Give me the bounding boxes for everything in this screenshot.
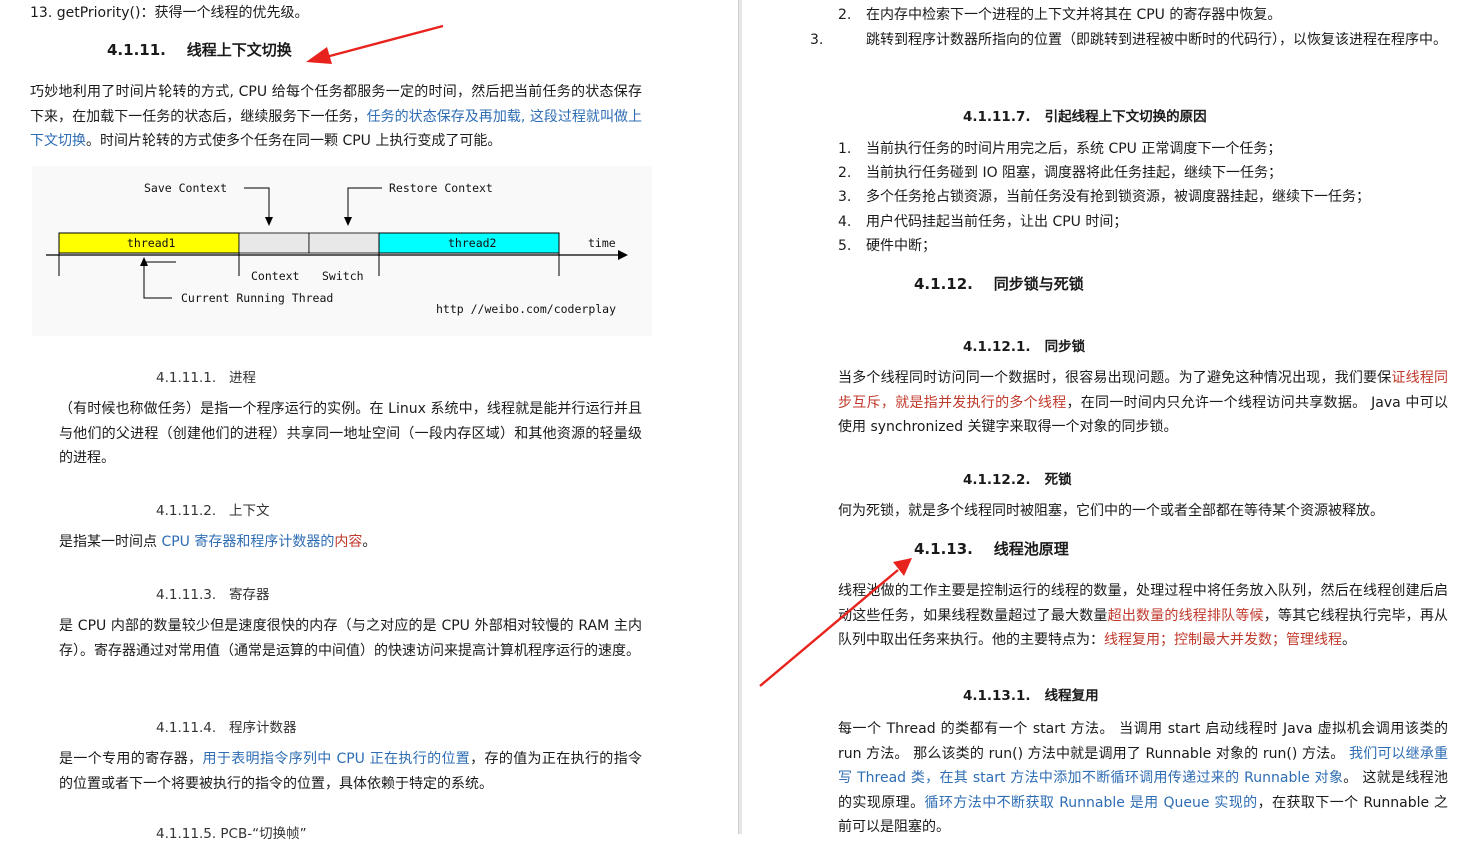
current-running-thread-label: Current Running Thread — [181, 291, 333, 305]
list-item-getpriority: 13. getPriority()：获得一个线程的优先级。 — [30, 5, 309, 21]
reason-5: 5. 硬件中断； — [838, 238, 936, 254]
save-context-label: Save Context — [144, 181, 227, 195]
thread-pool-paragraph: 线程池做的工作主要是控制运行的线程的数量，处理过程中将任务放入队列，然后在线程创… — [838, 583, 1449, 648]
process-paragraph: （有时候也称做任务）是指一个程序运行的实例。在 Linux 系统中，线程就是能并… — [59, 401, 642, 466]
heading-4-1-11-2: 4.1.11.2. 上下文 — [156, 503, 270, 519]
reason-2: 2. 当前执行任务碰到 IO 阻塞，调度器将此任务挂起，继续下一任务； — [838, 165, 1283, 181]
sync-lock-paragraph: 当多个线程同时访问同一个数据时，很容易出现问题。为了避免这种情况出现，我们要保证… — [838, 370, 1449, 435]
context-paragraph: 是指某一时间点 CPU 寄存器和程序计数器的内容。 — [59, 534, 377, 550]
heading-4-1-12-2: 4.1.12.2. 死锁 — [963, 472, 1072, 488]
thread-reuse-paragraph: 每一个 Thread 的类都有一个 start 方法。 当调用 start 启动… — [838, 721, 1449, 835]
restore-context-arrow — [344, 217, 352, 226]
switch-label: Switch — [322, 269, 364, 283]
reason-3: 3. 多个任务抢占锁资源，当前任务没有抢到锁资源，被调度器挂起，继续下一任务； — [838, 189, 1370, 205]
reason-1: 1. 当前执行任务的时间片用完之后，系统 CPU 正常调度下一个任务； — [838, 141, 1282, 157]
step-2: 2. 在内存中检索下一个进程的上下文并将其在 CPU 的寄存器中恢复。 — [838, 7, 1282, 23]
intro-paragraph: 巧妙地利用了时间片轮转的方式, CPU 给每个任务都服务一定的时间，然后把当前任… — [30, 84, 642, 149]
context-switch-diagram: Save Context Restore Context thread1 thr… — [32, 166, 652, 336]
time-label: time — [588, 236, 616, 250]
heading-4-1-11: 4.1.11. 线程上下文切换 — [107, 41, 292, 59]
heading-4-1-13-1: 4.1.13.1. 线程复用 — [963, 688, 1099, 704]
deadlock-paragraph: 何为死锁，就是多个线程同时被阻塞，它们中的一个或者全部都在等待某个资源被释放。 — [838, 503, 1384, 519]
left-page: 13. getPriority()：获得一个线程的优先级。 4.1.11. 线程… — [0, 0, 738, 842]
heading-4-1-12-1: 4.1.12.1. 同步锁 — [963, 339, 1086, 355]
heading-4-1-11-4: 4.1.11.4. 程序计数器 — [156, 720, 297, 736]
heading-4-1-11-7: 4.1.11.7. 引起线程上下文切换的原因 — [963, 109, 1207, 125]
restore-context-block — [308, 232, 380, 254]
step-3: 3. 跳转到程序计数器所指向的位置（即跳转到进程被中断时的代码行），以恢复该进程在… — [810, 32, 1447, 48]
thread2-label: thread2 — [448, 236, 496, 250]
save-context-arrow — [265, 217, 273, 226]
reason-4: 4. 用户代码挂起当前任务，让出 CPU 时间； — [838, 214, 1128, 230]
context-label: Context — [251, 269, 299, 283]
heading-4-1-12: 4.1.12. 同步锁与死锁 — [914, 275, 1084, 293]
heading-4-1-13: 4.1.13. 线程池原理 — [914, 540, 1069, 558]
restore-context-label: Restore Context — [389, 181, 493, 195]
heading-4-1-11-3: 4.1.11.3. 寄存器 — [156, 587, 270, 603]
heading-4-1-11-5-partial: 4.1.11.5. PCB-“切换帧” — [156, 826, 307, 842]
time-axis-arrowhead — [618, 250, 628, 260]
diagram-watermark: http //weibo.com/coderplay — [436, 302, 616, 316]
register-paragraph: 是 CPU 内部的数量较少但是速度很快的内存（与之对应的是 CPU 外部相对较慢… — [59, 618, 642, 659]
save-context-block — [238, 232, 310, 254]
program-counter-paragraph: 是一个专用的寄存器，用于表明指令序列中 CPU 正在执行的位置，存的值为正在执行… — [59, 751, 642, 792]
heading-4-1-11-1: 4.1.11.1. 进程 — [156, 370, 256, 386]
thread1-label: thread1 — [127, 236, 176, 250]
right-page: 2. 在内存中检索下一个进程的上下文并将其在 CPU 的寄存器中恢复。 3. 跳转到… — [742, 0, 1476, 835]
